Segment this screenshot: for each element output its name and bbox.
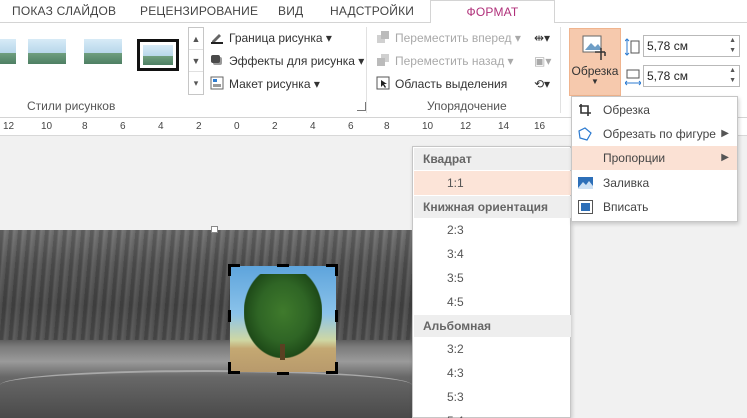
ratio-3-5[interactable]: 3:5 bbox=[414, 266, 571, 290]
chevron-right-icon: ▶ bbox=[721, 128, 729, 139]
ratio-3-2[interactable]: 3:2 bbox=[414, 337, 571, 361]
dialog-launcher-icon[interactable] bbox=[357, 102, 366, 111]
ruler-label: 8 bbox=[384, 121, 390, 132]
align-icon[interactable]: ⇹▾ bbox=[534, 28, 550, 48]
crop-dropdown-menu: Обрезка Обрезать по фигуре ▶ Пропорции ▶… bbox=[571, 96, 738, 222]
rotate-icon[interactable]: ⟲▾ bbox=[534, 74, 550, 94]
picture-style-thumb[interactable] bbox=[82, 37, 124, 70]
send-backward-button[interactable]: Переместить назад ▾ bbox=[376, 51, 514, 71]
ruler-label: 6 bbox=[348, 121, 354, 132]
ruler-label: 2 bbox=[196, 121, 202, 132]
ratio-4-3[interactable]: 4:3 bbox=[414, 361, 571, 385]
crop-handle[interactable] bbox=[228, 362, 240, 374]
crop-handle[interactable] bbox=[326, 264, 338, 276]
aspect-ratio-menu: Квадрат 1:1 Книжная ориентация 2:3 3:4 3… bbox=[412, 146, 571, 418]
group-separator bbox=[366, 27, 367, 113]
ruler-label: 14 bbox=[498, 121, 510, 132]
pencil-border-icon bbox=[211, 34, 223, 44]
ruler-label: 12 bbox=[3, 121, 15, 132]
resize-handle[interactable] bbox=[211, 226, 218, 233]
group-label-picture-styles: Стили рисунков bbox=[27, 99, 116, 113]
send-backward-icon bbox=[377, 54, 389, 66]
ruler-label: 12 bbox=[460, 121, 472, 132]
ratio-5-4[interactable]: 5:4 bbox=[414, 409, 571, 418]
crop-icon bbox=[579, 104, 591, 116]
gallery-up-icon[interactable]: ▲ bbox=[189, 28, 203, 50]
crop-handle[interactable] bbox=[335, 310, 338, 322]
menu-item-crop-to-shape[interactable]: Обрезать по фигуре ▶ bbox=[572, 122, 737, 146]
group-label-arrange: Упорядочение bbox=[427, 99, 507, 113]
menu-item-fill[interactable]: Заливка bbox=[572, 171, 737, 195]
tab-review[interactable]: РЕЦЕНЗИРОВАНИЕ bbox=[140, 4, 258, 18]
crop-handle[interactable] bbox=[228, 310, 231, 322]
fill-icon bbox=[578, 177, 593, 189]
gallery-more-icon[interactable]: ▾ bbox=[189, 72, 203, 94]
selection-pane-button[interactable]: Область выделения bbox=[376, 74, 507, 94]
selection-pane-icon bbox=[376, 76, 390, 90]
ruler-label: 10 bbox=[41, 121, 53, 132]
chevron-right-icon: ▶ bbox=[721, 152, 729, 163]
ruler-label: 8 bbox=[82, 121, 88, 132]
menu-item-crop[interactable]: Обрезка bbox=[572, 98, 737, 122]
menu-item-fit[interactable]: Вписать bbox=[572, 195, 737, 219]
effects-icon bbox=[211, 55, 222, 65]
tab-addins[interactable]: НАДСТРОЙКИ bbox=[330, 4, 414, 18]
tab-format[interactable]: ФОРМАТ bbox=[430, 0, 555, 24]
ratio-2-3[interactable]: 2:3 bbox=[414, 218, 571, 242]
ruler-label: 16 bbox=[534, 121, 546, 132]
ruler-label: 4 bbox=[310, 121, 316, 132]
shape-crop-icon bbox=[578, 127, 592, 141]
ratio-4-5[interactable]: 4:5 bbox=[414, 290, 571, 314]
tab-view[interactable]: ВИД bbox=[278, 4, 303, 18]
fit-icon bbox=[578, 200, 593, 214]
crop-handle[interactable] bbox=[277, 264, 289, 276]
gallery-scroll[interactable]: ▲ ▼ ▾ bbox=[188, 27, 204, 95]
tab-slide-show[interactable]: ПОКАЗ СЛАЙДОВ bbox=[12, 4, 116, 18]
chevron-down-icon: ▼ bbox=[591, 77, 599, 86]
ruler-label: 2 bbox=[272, 121, 278, 132]
group-separator bbox=[560, 27, 561, 113]
bring-forward-button[interactable]: Переместить вперед ▾ bbox=[376, 28, 521, 48]
background-picture bbox=[0, 230, 412, 418]
crop-handle[interactable] bbox=[228, 264, 240, 276]
height-input[interactable]: 5,78 см ▲ ▼ bbox=[643, 35, 740, 57]
layout-icon bbox=[210, 76, 224, 90]
crop-large-icon bbox=[582, 35, 606, 60]
ratio-5-3[interactable]: 5:3 bbox=[414, 385, 571, 409]
ruler-label: 6 bbox=[120, 121, 126, 132]
ruler-label: 4 bbox=[158, 121, 164, 132]
group-objects-icon[interactable]: ▣▾ bbox=[534, 51, 551, 71]
section-header-square: Квадрат bbox=[414, 148, 571, 170]
picture-style-thumb-selected[interactable] bbox=[137, 39, 179, 71]
menu-item-aspect-ratio[interactable]: Пропорции ▶ bbox=[572, 146, 737, 170]
picture-border-button[interactable]: Граница рисунка ▾ bbox=[210, 28, 332, 48]
crop-button[interactable]: Обрезка ▼ bbox=[569, 28, 621, 96]
section-header-landscape: Альбомная bbox=[414, 315, 571, 337]
ruler-label: 0 bbox=[234, 121, 240, 132]
bring-forward-icon bbox=[377, 31, 389, 43]
picture-style-thumb[interactable] bbox=[26, 37, 68, 70]
ribbon-tab-bar: ПОКАЗ СЛАЙДОВ РЕЦЕНЗИРОВАНИЕ ВИД НАДСТРО… bbox=[0, 0, 747, 24]
crop-handle[interactable] bbox=[326, 362, 338, 374]
ruler-label: 10 bbox=[422, 121, 434, 132]
ratio-1-1[interactable]: 1:1 bbox=[414, 171, 571, 195]
picture-layout-button[interactable]: Макет рисунка ▾ bbox=[210, 74, 320, 94]
width-input[interactable]: 5,78 см ▲ ▼ bbox=[643, 65, 740, 87]
ratio-3-4[interactable]: 3:4 bbox=[414, 242, 571, 266]
width-icon bbox=[625, 69, 641, 86]
section-header-portrait: Книжная ориентация bbox=[414, 196, 571, 218]
height-icon bbox=[625, 38, 640, 56]
picture-effects-button[interactable]: Эффекты для рисунка ▾ bbox=[210, 51, 364, 71]
gallery-down-icon[interactable]: ▼ bbox=[189, 50, 203, 72]
crop-button-label: Обрезка bbox=[571, 64, 619, 78]
picture-style-thumb[interactable] bbox=[0, 37, 18, 70]
selected-picture[interactable] bbox=[230, 266, 336, 372]
crop-handle[interactable] bbox=[277, 372, 289, 375]
